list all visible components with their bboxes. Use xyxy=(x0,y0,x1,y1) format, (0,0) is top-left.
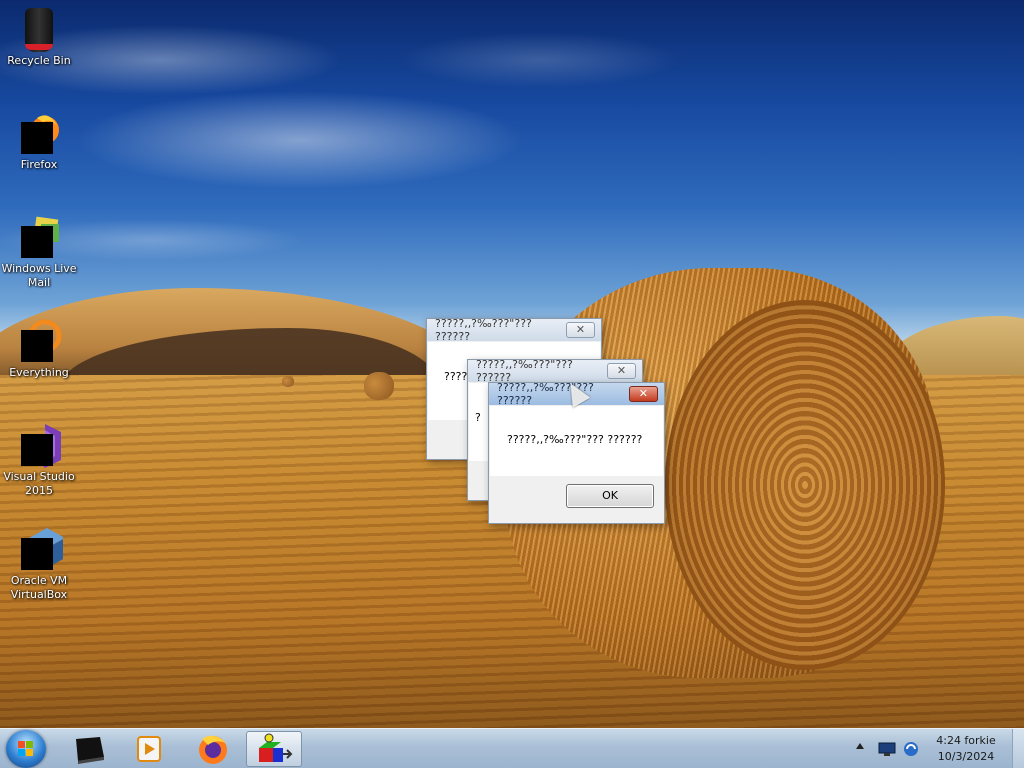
desktop-icon-label: Recycle Bin xyxy=(7,54,71,67)
dialog-footer: OK xyxy=(490,476,663,522)
dialog-body: ?????,,?‰???"??? ?????? xyxy=(490,406,663,476)
windows-logo-icon xyxy=(18,741,34,757)
windows-live-mail-icon xyxy=(15,212,63,260)
visual-studio-icon xyxy=(15,420,63,468)
desktop-icon-virtualbox[interactable]: Oracle VM VirtualBox xyxy=(0,524,78,602)
firefox-icon xyxy=(15,108,63,156)
show-hidden-icons-icon[interactable] xyxy=(856,743,864,749)
dialog-message: ? xyxy=(475,411,481,424)
desktop-icon-windows-live-mail[interactable]: Windows Live Mail xyxy=(0,212,78,290)
black-app-icon xyxy=(76,737,104,764)
network-icon[interactable] xyxy=(878,741,896,757)
start-button[interactable] xyxy=(6,730,46,768)
dialog-titlebar[interactable]: ?????,,?‰???"??? ?????? ✕ xyxy=(468,358,642,384)
cube-app-icon xyxy=(259,733,293,762)
taskbar-button-black-app[interactable] xyxy=(62,731,118,767)
close-button[interactable]: ✕ xyxy=(628,386,658,402)
ok-button[interactable]: OK xyxy=(566,484,654,508)
taskbar-button-cube-app[interactable] xyxy=(246,731,302,767)
desktop-icon-label: Everything xyxy=(9,366,69,379)
sync-icon[interactable] xyxy=(902,740,920,758)
wallpaper-small-bale xyxy=(282,376,294,387)
dialog-titlebar[interactable]: ?????,,?‰???"??? ?????? ✕ xyxy=(427,317,601,343)
everything-icon xyxy=(15,316,63,364)
desktop-icon-visual-studio[interactable]: Visual Studio 2015 xyxy=(0,420,78,498)
clock-date: 10/3/2024 xyxy=(937,750,995,763)
desktop-icon-label: Windows Live Mail xyxy=(1,262,77,289)
virtualbox-icon xyxy=(15,524,63,572)
desktop-icon-label: Oracle VM VirtualBox xyxy=(10,574,68,601)
dialog-message: ?????,,?‰???"??? ?????? xyxy=(507,433,643,446)
clock-time: 4:24 forkie xyxy=(936,734,996,747)
dialog-title: ?????,,?‰???"??? ?????? xyxy=(497,381,594,407)
recycle-bin-icon xyxy=(15,4,63,52)
taskbar-button-firefox[interactable] xyxy=(186,731,242,767)
dialog-title: ?????,,?‰???"??? ?????? xyxy=(435,317,532,343)
desktop-icon-label: Firefox xyxy=(20,158,58,171)
taskbar-button-media-player[interactable] xyxy=(122,731,178,767)
desktop-icon-recycle-bin[interactable]: Recycle Bin xyxy=(0,4,78,68)
desktop-icon-everything[interactable]: Everything xyxy=(0,316,78,380)
close-button[interactable]: ✕ xyxy=(606,363,636,379)
close-button[interactable]: ✕ xyxy=(565,322,595,338)
firefox-icon xyxy=(199,735,227,764)
taskbar-clock[interactable]: 4:24 forkie 10/3/2024 xyxy=(926,733,1006,765)
desktop-icon-label: Visual Studio 2015 xyxy=(3,470,75,497)
show-desktop-button[interactable] xyxy=(1012,729,1024,768)
desktop-icon-firefox[interactable]: Firefox xyxy=(0,108,78,172)
wallpaper-small-bale xyxy=(364,372,394,400)
media-player-icon xyxy=(137,736,161,762)
taskbar: 4:24 forkie 10/3/2024 xyxy=(0,728,1024,768)
wallpaper-hay-bale-face xyxy=(665,300,945,670)
